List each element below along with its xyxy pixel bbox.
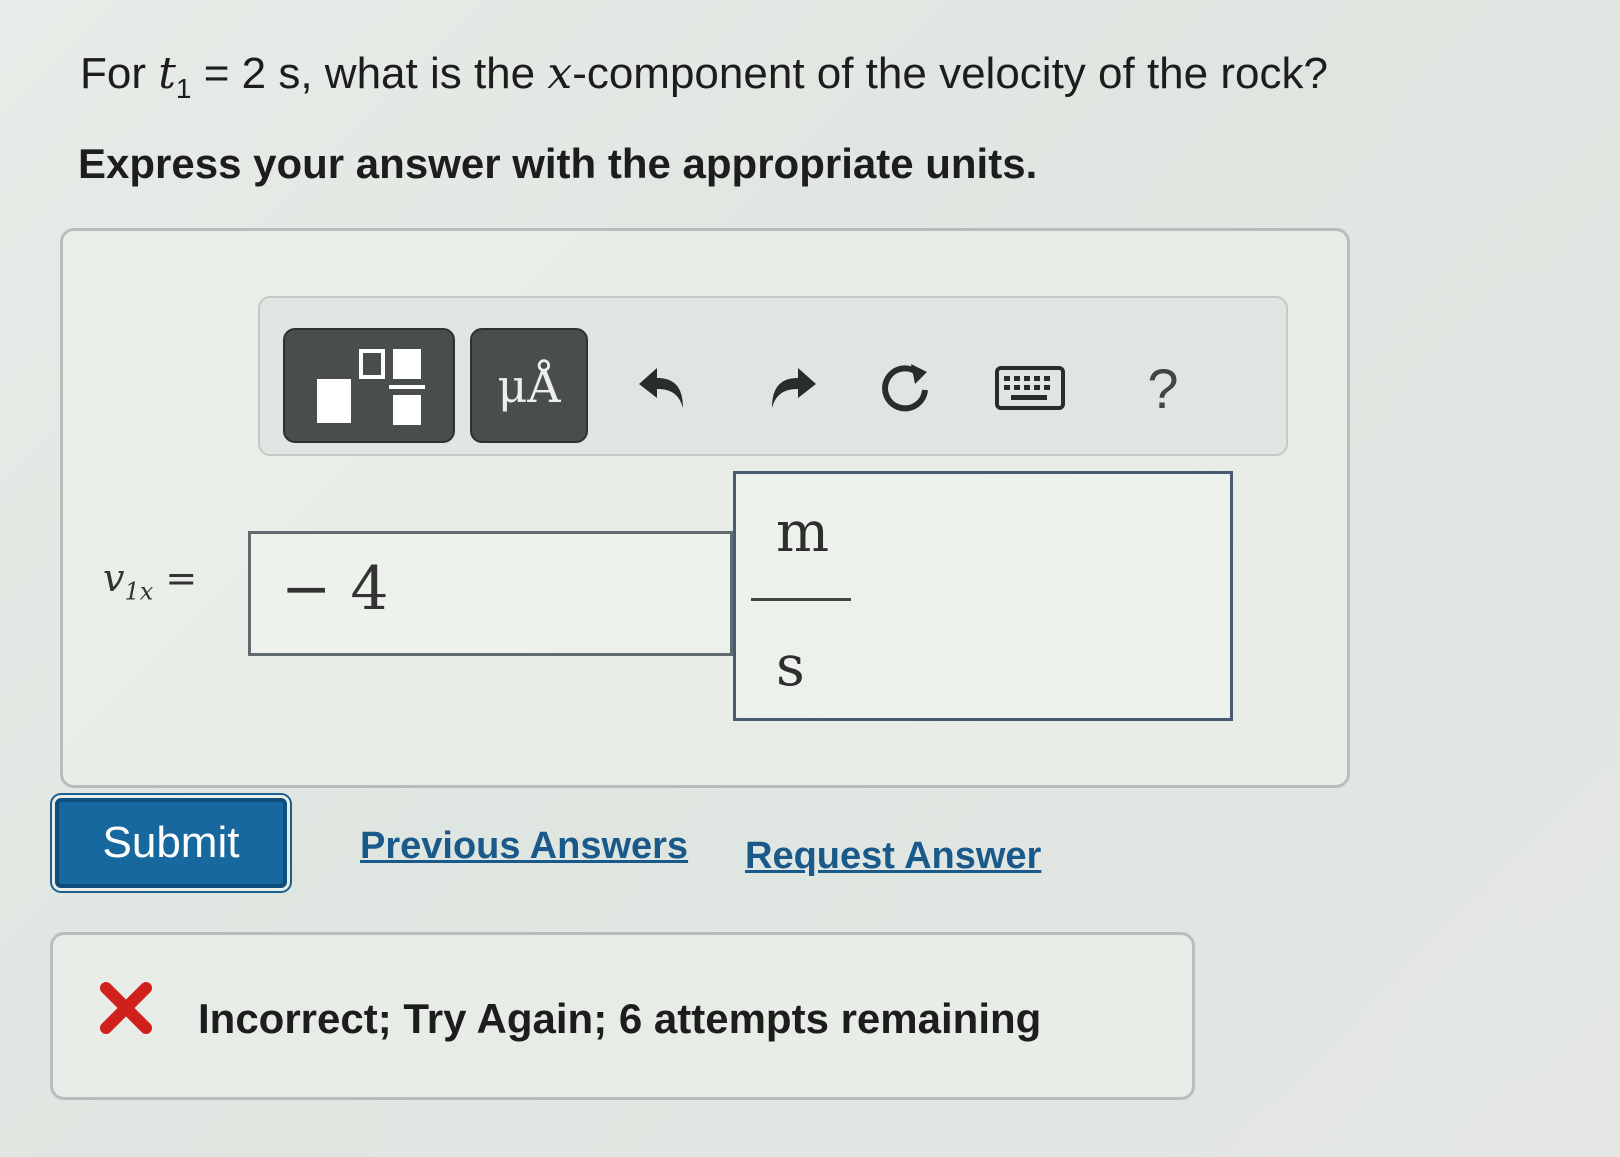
instruction-text: Express your answer with the appropriate… [78, 140, 1038, 187]
submit-button[interactable]: Submit [55, 798, 287, 888]
var-t-subscript: 1 [175, 72, 192, 104]
var-t: t [158, 48, 176, 99]
unit-numerator: m [776, 500, 830, 565]
question-prefix: For [80, 49, 159, 98]
fraction-bar [751, 598, 851, 601]
variable-label: v1x = [103, 556, 197, 606]
undo-icon [639, 368, 683, 408]
var-x: x [547, 48, 573, 99]
question-suffix: -component of the velocity of the rock? [572, 49, 1328, 98]
feedback-box: Incorrect; Try Again; 6 attempts remaini… [50, 932, 1195, 1100]
redo-button[interactable] [755, 353, 825, 423]
value-input[interactable]: − 4 [248, 531, 733, 656]
keyboard-icon [995, 366, 1065, 410]
question-text: For t1 = 2 s, what is the x-component of… [80, 48, 1328, 105]
keyboard-button[interactable] [995, 353, 1065, 423]
reset-icon [882, 364, 928, 412]
incorrect-x-icon [100, 982, 152, 1034]
request-answer-link[interactable]: Request Answer [745, 835, 1041, 878]
reset-button[interactable] [870, 353, 940, 423]
var-subscript: 1x [124, 577, 154, 606]
math-toolbar: μÅ ? [258, 296, 1288, 456]
templates-icon [317, 348, 425, 425]
units-button[interactable]: μÅ [470, 328, 588, 443]
undo-button[interactable] [630, 353, 700, 423]
units-input[interactable]: m s [733, 471, 1233, 721]
answer-panel: μÅ ? v1x = − 4 m s [60, 228, 1350, 788]
help-button[interactable]: ? [1128, 353, 1198, 423]
previous-answers-link[interactable]: Previous Answers [360, 825, 688, 868]
var-v: v [103, 556, 125, 600]
feedback-text: Incorrect; Try Again; 6 attempts remaini… [198, 995, 1042, 1042]
unit-denominator: s [776, 634, 805, 699]
equals-sign: = [153, 556, 198, 600]
templates-button[interactable] [283, 328, 455, 443]
question-mid: = 2 s, what is the [191, 49, 548, 98]
redo-icon [772, 368, 816, 408]
